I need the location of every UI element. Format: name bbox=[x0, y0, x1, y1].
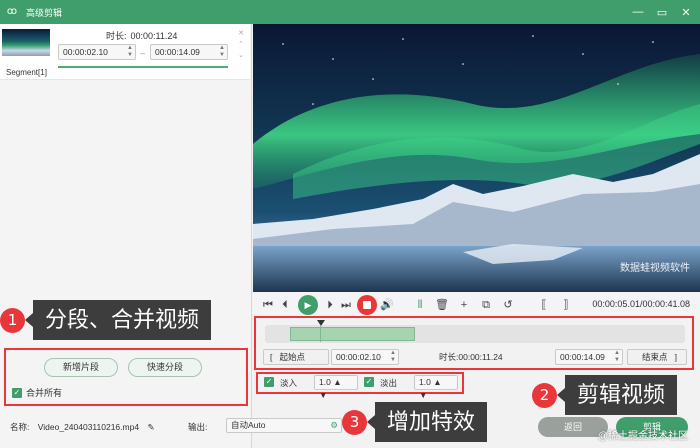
playhead-line bbox=[320, 326, 321, 342]
segment-start-field[interactable]: 00:00:02.10 ▲ ▼ bbox=[58, 44, 136, 60]
settings-gear-icon[interactable]: ⚙ bbox=[330, 419, 338, 432]
mark-in-icon[interactable]: ⟦ bbox=[537, 297, 551, 313]
skip-to-end-icon[interactable]: ⏭ bbox=[339, 297, 353, 313]
segment-name: Segment[1] bbox=[6, 68, 47, 77]
video-preview: 数据蛙视频软件 bbox=[253, 24, 700, 292]
delete-icon[interactable]: 🗑 bbox=[435, 297, 449, 313]
fade-in-field[interactable]: 1.0 ▲ ▼ bbox=[314, 375, 358, 399]
callout-number: 2 bbox=[532, 382, 557, 408]
edit-name-icon[interactable]: ✎ bbox=[147, 422, 154, 432]
range-duration: 时长:00:00:11.24 bbox=[439, 352, 503, 362]
add-icon[interactable]: + bbox=[457, 297, 471, 313]
set-start-button[interactable]: [ 起始点 bbox=[263, 349, 329, 365]
timeline-track[interactable] bbox=[265, 320, 685, 343]
segment-item[interactable]: Segment[1] 时长: 00:00:11.24 00:00:02.10 ▲ ▼… bbox=[0, 24, 250, 80]
fade-in-checkbox[interactable]: ✓ bbox=[264, 377, 274, 387]
playhead-marker-icon[interactable] bbox=[317, 320, 325, 326]
split-icon[interactable]: ⫴ bbox=[413, 297, 427, 313]
window-title: 高级剪辑 bbox=[26, 7, 63, 18]
merge-all-label: 合并所有 bbox=[26, 388, 63, 398]
player-timecode: 00:00:05.01/00:00:41.08 bbox=[592, 299, 690, 309]
range-end-field[interactable]: 00:00:14.09 ▲ ▼ bbox=[555, 349, 623, 365]
aurora-landscape-image bbox=[253, 24, 700, 292]
callout-text: 剪辑视频 bbox=[556, 375, 678, 415]
player-controls: ⏮ ⏴ ▶ ⏵ ⏭ 🔊 ⫴ 🗑 + ⧉ ↺ ⟦ ⟧ 00:00:05.01/00… bbox=[253, 292, 700, 318]
reset-icon[interactable]: ↺ bbox=[501, 297, 515, 313]
video-caption: 数据蛙视频软件 bbox=[620, 263, 690, 274]
name-row: 名称: Video_240403110216.mp4 ✎ bbox=[10, 421, 155, 433]
fade-in-label: 淡入 bbox=[280, 378, 298, 388]
segment-thumbnail bbox=[2, 29, 50, 56]
callout-text: 增加特效 bbox=[366, 402, 488, 442]
segment-end-field[interactable]: 00:00:14.09 ▲ ▼ bbox=[150, 44, 228, 60]
stepper-arrows-icon[interactable]: ▲ ▼ bbox=[127, 45, 133, 59]
stepper-arrows-icon[interactable]: ▲ ▼ bbox=[390, 350, 396, 364]
segment-actions: ✕ ⌃ ⌄ bbox=[236, 28, 246, 61]
set-end-button[interactable]: 结束点 ] bbox=[627, 349, 687, 365]
range-dash: – bbox=[140, 48, 146, 58]
bracket-right-icon: ] bbox=[674, 352, 677, 362]
fade-out-checkbox[interactable]: ✓ bbox=[364, 377, 374, 387]
volume-icon[interactable]: 🔊 bbox=[380, 297, 394, 313]
bracket-left-icon: [ bbox=[270, 352, 273, 362]
mark-out-icon[interactable]: ⟧ bbox=[559, 297, 573, 313]
close-button[interactable]: ✕ bbox=[680, 6, 692, 19]
callout-number: 3 bbox=[342, 409, 367, 435]
copy-icon[interactable]: ⧉ bbox=[479, 297, 493, 313]
title-bar: ꝏ 高级剪辑 — ▭ ✕ bbox=[0, 0, 700, 24]
fade-out-field[interactable]: 1.0 ▲ ▼ bbox=[414, 375, 458, 399]
stop-button[interactable] bbox=[357, 295, 377, 315]
watermark: @稀土掘金技术社区 bbox=[597, 431, 688, 442]
quick-split-button[interactable]: 快速分段 bbox=[128, 358, 202, 377]
delete-segment-icon[interactable]: ✕ bbox=[236, 28, 246, 39]
output-label: 输出: bbox=[188, 422, 208, 432]
stepper-arrows-icon[interactable]: ▲ ▼ bbox=[614, 350, 620, 364]
range-controls: [ 起始点 00:00:02.10 ▲ ▼ 时长:00:00:11.24 00:0… bbox=[263, 349, 688, 365]
range-start-field[interactable]: 00:00:02.10 ▲ ▼ bbox=[331, 349, 399, 365]
output-select[interactable]: 自动Auto ⚙ bbox=[226, 418, 342, 433]
segment-duration-label: 时长: bbox=[106, 31, 127, 41]
file-name: Video_240403110216.mp4 bbox=[37, 422, 140, 432]
fade-out-label: 淡出 bbox=[380, 378, 398, 388]
checkbox-checked-icon[interactable]: ✓ bbox=[12, 387, 22, 398]
stepper-arrows-icon[interactable]: ▲ ▼ bbox=[219, 45, 225, 59]
step-back-icon[interactable]: ⏴ bbox=[278, 297, 292, 313]
add-segment-button[interactable]: 新增片段 bbox=[44, 358, 118, 377]
move-up-icon[interactable]: ⌃ bbox=[236, 39, 246, 50]
move-down-icon[interactable]: ⌄ bbox=[236, 50, 246, 61]
play-button[interactable]: ▶ bbox=[298, 295, 318, 315]
callout-text: 分段、合并视频 bbox=[24, 300, 212, 340]
segment-progress-bar bbox=[58, 66, 228, 68]
selected-range[interactable] bbox=[290, 327, 415, 341]
callout-2: 2 剪辑视频 bbox=[532, 375, 678, 415]
step-forward-icon[interactable]: ⏵ bbox=[323, 297, 337, 313]
callout-3: 3 增加特效 bbox=[342, 402, 488, 442]
segment-duration: 00:00:11.24 bbox=[130, 31, 178, 41]
minimize-button[interactable]: — bbox=[632, 6, 644, 18]
app-logo-icon: ꝏ bbox=[6, 6, 18, 17]
merge-all-option[interactable]: ✓ 合并所有 bbox=[12, 386, 62, 399]
maximize-button[interactable]: ▭ bbox=[656, 6, 668, 19]
skip-to-start-icon[interactable]: ⏮ bbox=[261, 297, 275, 313]
name-label: 名称: bbox=[10, 422, 30, 432]
callout-number: 1 bbox=[0, 307, 25, 333]
callout-1: 1 分段、合并视频 bbox=[0, 300, 212, 340]
